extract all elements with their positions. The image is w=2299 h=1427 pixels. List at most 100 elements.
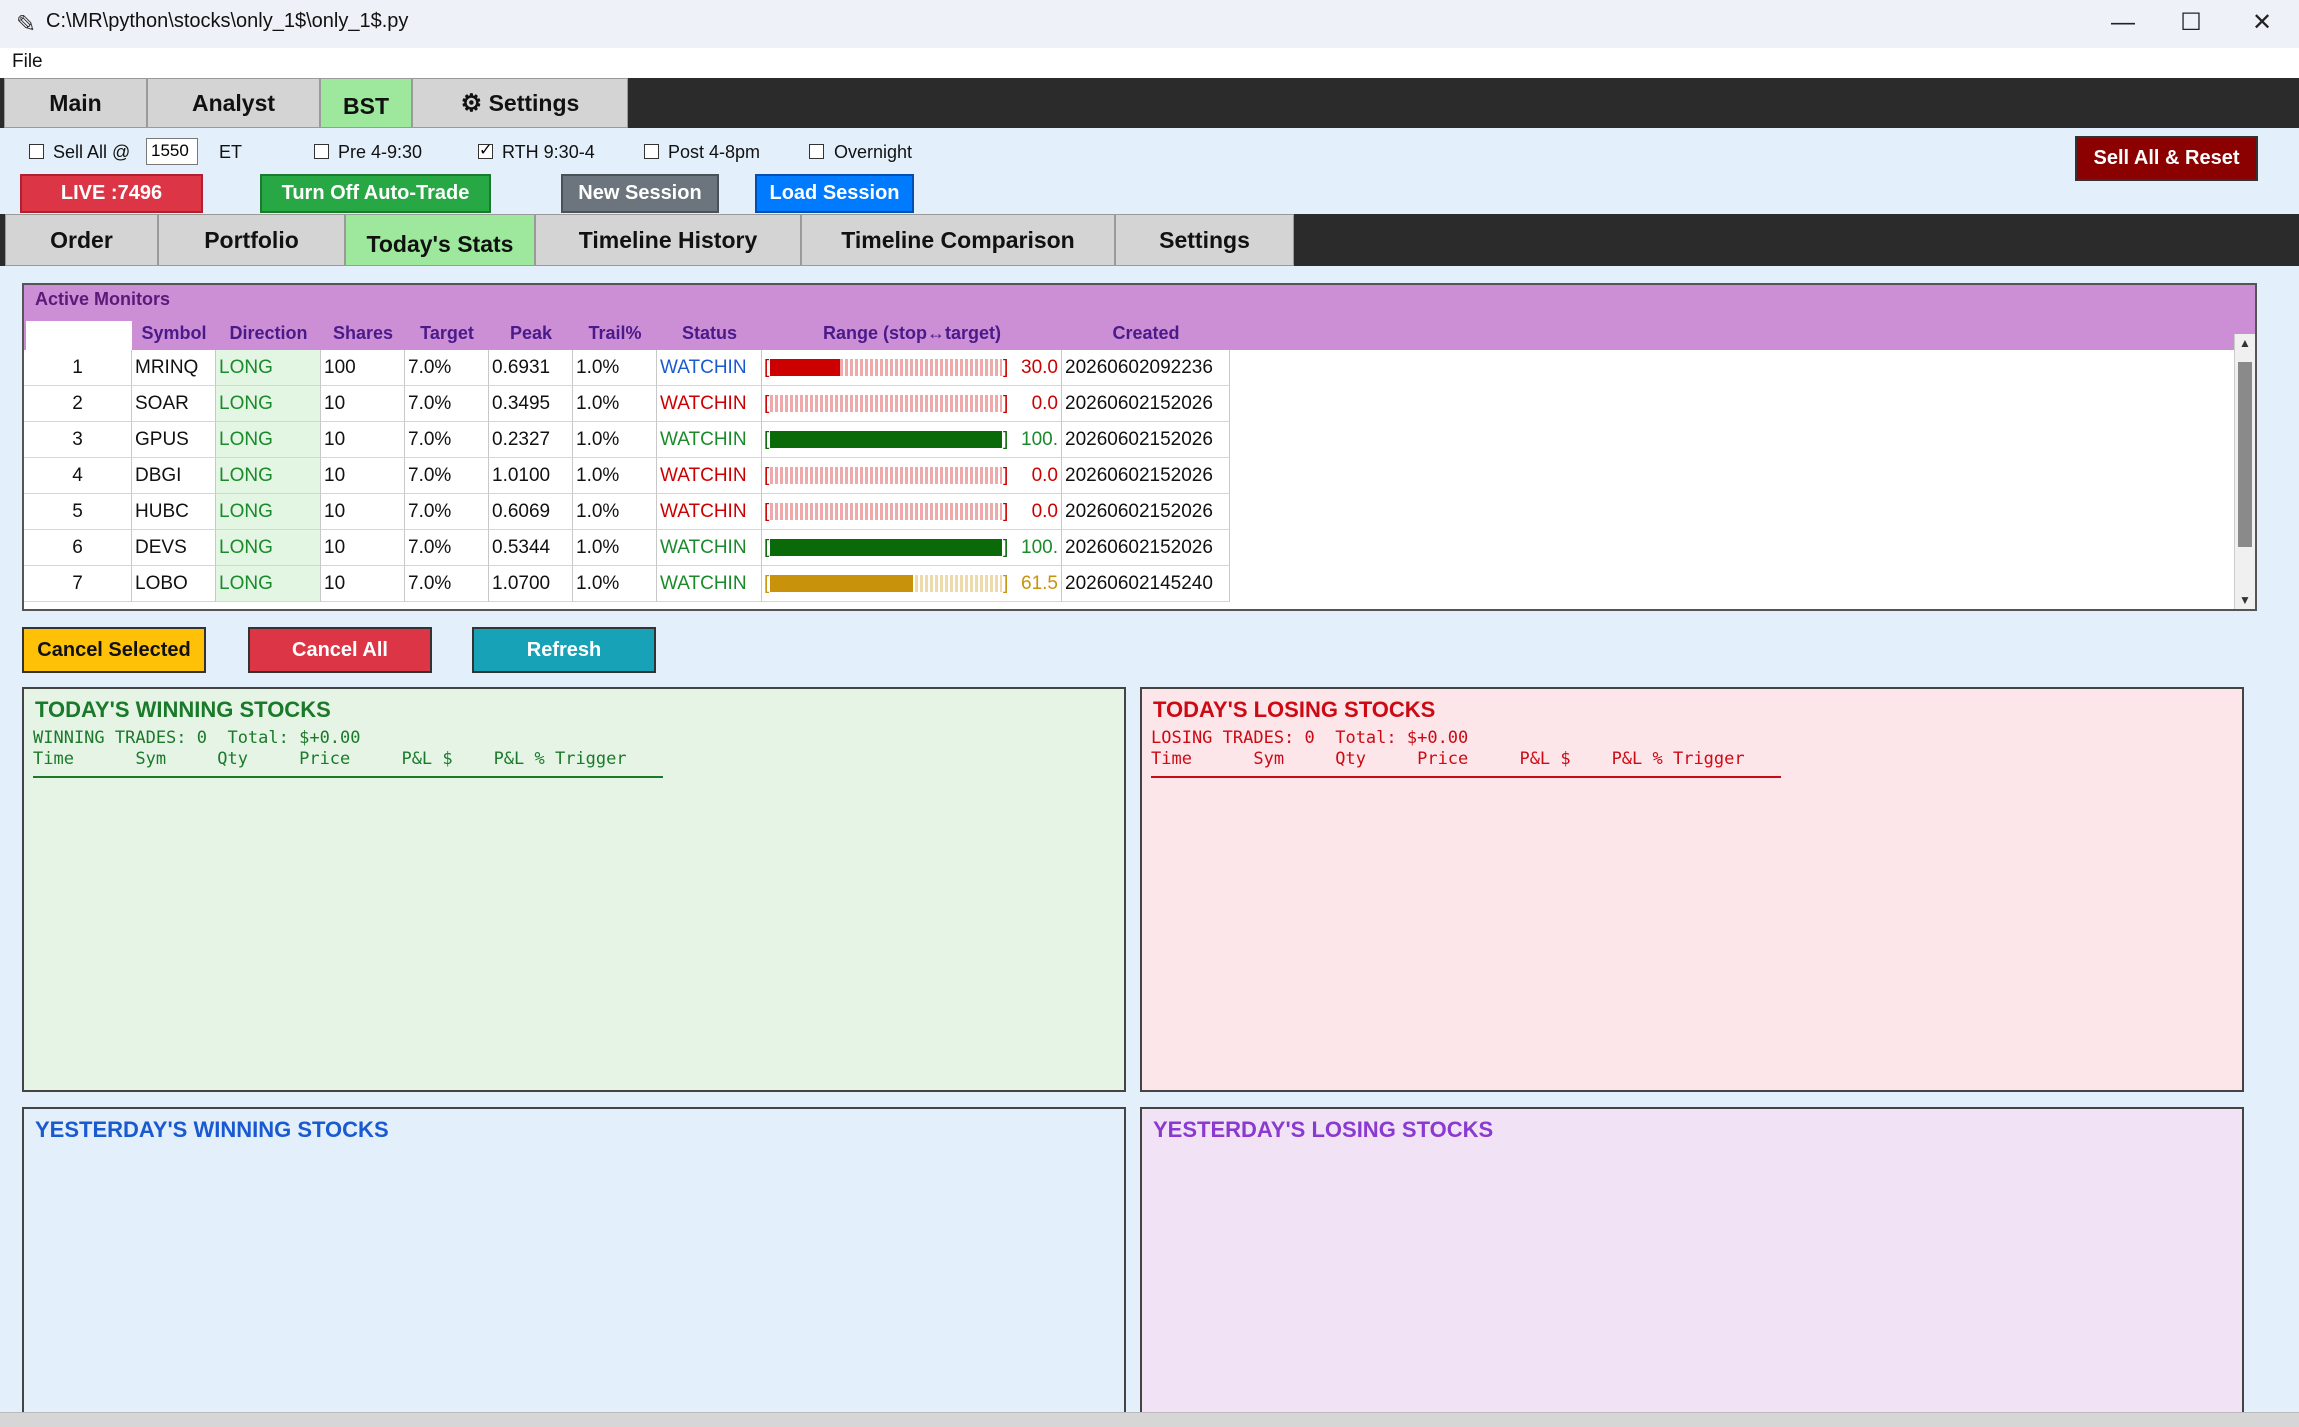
range-value: 100. [1021, 537, 1058, 558]
cell-peak: 0.5344 [489, 530, 573, 566]
tab-main-settings[interactable]: ⚙ Settings [412, 78, 628, 128]
col-symbol[interactable]: Symbol [132, 323, 216, 344]
range-bracket: [ [764, 429, 770, 450]
range-value: 0.0 [1031, 501, 1058, 522]
sell-all-time-input[interactable]: 1550 [146, 138, 198, 165]
close-icon[interactable]: ✕ [2228, 0, 2296, 48]
table-row[interactable]: 3 GPUS LONG 10 7.0% 0.2327 1.0% WATCHIN[] 100. 20… [24, 422, 1230, 458]
scroll-up-icon[interactable]: ▲ [2239, 336, 2251, 350]
new-session-button[interactable]: New Session [561, 174, 719, 213]
col-status[interactable]: Status [657, 323, 762, 344]
range-cell: [] 0.0 [762, 386, 1062, 422]
pre-market-checkbox[interactable] [314, 144, 329, 159]
load-session-button[interactable]: Load Session [755, 174, 914, 213]
cell-symbol: GPUS [132, 422, 216, 458]
post-market-label: Post 4-8pm [668, 142, 761, 162]
range-track [770, 395, 1002, 412]
cell-target: 7.0% [405, 530, 489, 566]
sell-all-checkbox[interactable] [29, 144, 44, 159]
range-cell: [] 0.0 [762, 458, 1062, 494]
range-bracket: [ [764, 501, 770, 522]
todays-losing-title: TODAY'S LOSING STOCKS [1153, 697, 1436, 722]
cell-created: 20260602092236 [1062, 350, 1230, 386]
scroll-thumb[interactable] [2238, 362, 2252, 547]
yesterdays-losing-title: YESTERDAY'S LOSING STOCKS [1153, 1117, 1494, 1142]
cell-shares: 10 [321, 458, 405, 494]
sell-all-reset-button[interactable]: Sell All & Reset [2075, 136, 2258, 181]
tab-sub-settings[interactable]: Settings [1115, 214, 1294, 266]
range-bracket: [ [764, 537, 770, 558]
cell-trail: 1.0% [573, 350, 657, 386]
range-bracket: ] [1003, 537, 1009, 558]
table-row[interactable]: 2 SOAR LONG 10 7.0% 0.3495 1.0% WATCHIN[] 0.0 202… [24, 386, 1230, 422]
col-peak[interactable]: Peak [489, 323, 573, 344]
cell-status: WATCHIN [657, 386, 762, 422]
range-value: 61.5 [1021, 573, 1058, 594]
cell-target: 7.0% [405, 386, 489, 422]
cell-trail: 1.0% [573, 386, 657, 422]
cell-status: WATCHIN [657, 422, 762, 458]
cell-shares: 100 [321, 350, 405, 386]
cell-symbol: DEVS [132, 530, 216, 566]
table-row[interactable]: 4 DBGI LONG 10 7.0% 1.0100 1.0% WATCHIN[] 0.0 202… [24, 458, 1230, 494]
table-row[interactable]: 1 MRINQ LONG 100 7.0% 0.6931 1.0% WATCHIN[] 30.0… [24, 350, 1230, 386]
range-bracket: ] [1003, 573, 1009, 594]
divider [1151, 776, 1781, 778]
tab-timeline-comparison[interactable]: Timeline Comparison [801, 214, 1115, 266]
yesterdays-winning-panel: YESTERDAY'S WINNING STOCKS [22, 1107, 1126, 1426]
cell-created: 20260602145240 [1062, 566, 1230, 602]
table-row[interactable]: 5 HUBC LONG 10 7.0% 0.6069 1.0% WATCHIN[] 0.0 202… [24, 494, 1230, 530]
tab-analyst[interactable]: Analyst [147, 78, 320, 128]
todays-winning-panel: TODAY'S WINNING STOCKS WINNING TRADES: 0… [22, 687, 1126, 1092]
cell-target: 7.0% [405, 566, 489, 602]
range-bracket: ] [1003, 393, 1009, 414]
post-market-checkbox[interactable] [644, 144, 659, 159]
range-fill [770, 539, 1002, 556]
cell-symbol: DBGI [132, 458, 216, 494]
todays-losing-header: Time Sym Qty Price P&L $ P&L % Trigger [1151, 749, 1745, 769]
cell-symbol: SOAR [132, 386, 216, 422]
sub-tab-bar: Order Portfolio Today's Stats Timeline H… [0, 214, 2299, 266]
monitors-title: Active Monitors [35, 289, 171, 309]
table-row[interactable]: 6 DEVS LONG 10 7.0% 0.5344 1.0% WATCHIN[] 100. 20… [24, 530, 1230, 566]
tab-bst[interactable]: BST [320, 78, 412, 128]
tab-order[interactable]: Order [5, 214, 158, 266]
col-created[interactable]: Created [1062, 323, 1230, 344]
menu-file[interactable]: File [12, 51, 43, 73]
tab-todays-stats[interactable]: Today's Stats [345, 214, 535, 266]
cell-shares: 10 [321, 494, 405, 530]
col-shares[interactable]: Shares [321, 323, 405, 344]
cell-symbol: HUBC [132, 494, 216, 530]
cell-trail: 1.0% [573, 494, 657, 530]
tab-timeline-history[interactable]: Timeline History [535, 214, 801, 266]
cell-status: WATCHIN [657, 566, 762, 602]
col-trail[interactable]: Trail% [573, 323, 657, 344]
cell-target: 7.0% [405, 422, 489, 458]
col-direction[interactable]: Direction [216, 323, 321, 344]
cell-created: 20260602152026 [1062, 458, 1230, 494]
col-target[interactable]: Target [405, 323, 489, 344]
todays-winning-title: TODAY'S WINNING STOCKS [35, 697, 331, 722]
table-row[interactable]: 7 LOBO LONG 10 7.0% 1.0700 1.0% WATCHIN[] 61.5 20… [24, 566, 1230, 602]
title-bar: ✎ C:\MR\python\stocks\only_1$\only_1$.py… [0, 0, 2299, 49]
range-value: 0.0 [1031, 393, 1058, 414]
overnight-checkbox[interactable] [809, 144, 824, 159]
tab-main[interactable]: Main [4, 78, 147, 128]
tab-portfolio[interactable]: Portfolio [158, 214, 345, 266]
cell-direction: LONG [216, 422, 321, 458]
cell-trail: 1.0% [573, 422, 657, 458]
cell-direction: LONG [216, 530, 321, 566]
maximize-icon[interactable]: ☐ [2157, 0, 2225, 48]
rth-checkbox[interactable]: ✓ [478, 143, 493, 159]
cell-n: 5 [24, 494, 132, 530]
col-range[interactable]: Range (stop↔target) [762, 323, 1062, 344]
cancel-selected-button[interactable]: Cancel Selected [22, 627, 206, 673]
minimize-icon[interactable]: — [2089, 0, 2157, 48]
window-title: C:\MR\python\stocks\only_1$\only_1$.py [46, 10, 409, 32]
refresh-button[interactable]: Refresh [472, 627, 656, 673]
turn-off-autotrade-button[interactable]: Turn Off Auto-Trade [260, 174, 491, 213]
scroll-down-icon[interactable]: ▼ [2239, 593, 2251, 607]
cancel-all-button[interactable]: Cancel All [248, 627, 432, 673]
monitors-scrollbar[interactable]: ▲ ▼ [2234, 334, 2255, 609]
live-port-button[interactable]: LIVE :7496 [20, 174, 203, 213]
